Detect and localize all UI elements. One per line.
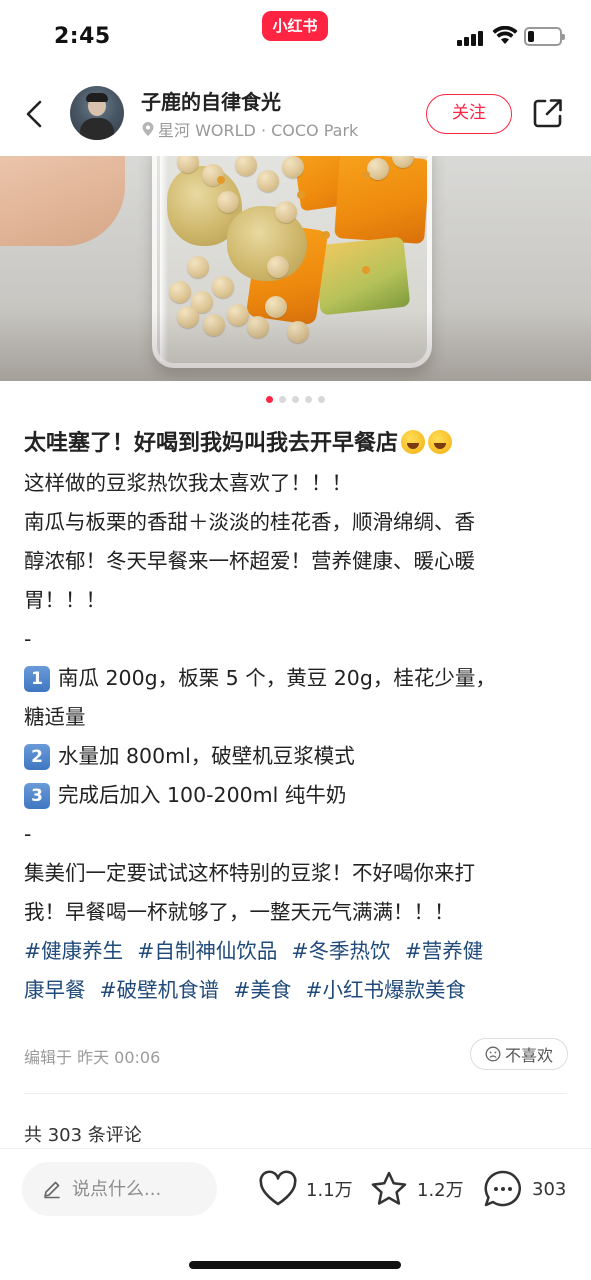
- keycap-2-icon: 2: [24, 743, 50, 770]
- location-pin-icon: [142, 122, 154, 136]
- body-line: 胃！！！: [24, 588, 106, 612]
- star-icon: [371, 1171, 407, 1205]
- body-line: 这样做的豆浆热饮我太喜欢了！！！: [24, 471, 352, 495]
- status-bar: 2:45 小红书: [0, 0, 591, 72]
- hashtag-link[interactable]: #自制神仙饮品: [137, 939, 277, 963]
- like-button[interactable]: 1.1万: [258, 1167, 353, 1211]
- rolling-laughing-emoji-icon: [401, 430, 426, 454]
- location-text: 星河 WORLD · COCO Park: [158, 121, 359, 140]
- step-text-continuation: 糖适量: [24, 705, 86, 729]
- app-logo: 小红书: [262, 11, 328, 41]
- hashtag-link[interactable]: #破壁机食谱: [100, 978, 220, 1002]
- favorite-count: 1.2万: [417, 1180, 464, 1201]
- post-content: 太哇塞了！好喝到我妈叫我去开早餐店 这样做的豆浆热饮我太喜欢了！！！ 南瓜与板栗…: [24, 424, 572, 1010]
- body-line: 南瓜与板栗的香甜＋淡淡的桂花香，顺滑绵绸、香: [24, 510, 475, 534]
- back-icon[interactable]: [20, 94, 50, 134]
- heart-icon: [259, 1170, 297, 1206]
- hashtag-link[interactable]: #美食: [233, 978, 291, 1002]
- post-header: 子鹿的自律食光 星河 WORLD · COCO Park 关注: [0, 72, 591, 156]
- status-time: 2:45: [54, 24, 111, 49]
- keycap-3-icon: 3: [24, 782, 50, 809]
- recipe-step-3: 3 完成后加入 100-200ml 纯牛奶: [24, 776, 572, 815]
- post-image[interactable]: [0, 156, 591, 381]
- hashtag-list: #健康养生 #自制神仙饮品 #冬季热饮 #营养健 康早餐 #破壁机食谱 #美食 #小红书爆款…: [24, 932, 572, 1010]
- step-text: 南瓜 200g，板栗 5 个，黄豆 20g，桂花少量，: [58, 666, 496, 690]
- favorite-button[interactable]: 1.2万: [369, 1167, 464, 1211]
- carousel-dot[interactable]: [279, 396, 286, 403]
- edit-time: 编辑于 昨天 00:06: [24, 1048, 161, 1067]
- comment-bubble-icon: [484, 1170, 522, 1207]
- sad-face-icon: [485, 1046, 501, 1062]
- hashtag-link[interactable]: #冬季热饮: [291, 939, 390, 963]
- carousel-dot[interactable]: [318, 396, 325, 403]
- hashtag-link[interactable]: 康早餐: [24, 978, 86, 1002]
- home-indicator: [189, 1261, 401, 1269]
- post-title-text: 太哇塞了！好喝到我妈叫我去开早餐店: [24, 431, 399, 456]
- keycap-1-icon: 1: [24, 665, 50, 692]
- avatar[interactable]: [70, 86, 124, 140]
- author-name[interactable]: 子鹿的自律食光: [141, 86, 281, 115]
- dislike-button[interactable]: 不喜欢: [470, 1038, 568, 1070]
- comment-input-box[interactable]: [22, 1162, 217, 1216]
- post-meta: 编辑于 昨天 00:06 不喜欢: [24, 1038, 568, 1070]
- step-text: 水量加 800ml，破壁机豆浆模式: [58, 744, 355, 768]
- separator-line: -: [24, 627, 32, 651]
- pen-icon: [44, 1181, 60, 1199]
- body-line: 醇浓郁！冬天早餐来一杯超爱！营养健康、暖心暖: [24, 549, 475, 573]
- recipe-step-1: 1 南瓜 200g，板栗 5 个，黄豆 20g，桂花少量，: [24, 659, 572, 698]
- hand-image-part: [0, 156, 125, 246]
- wifi-icon: [492, 26, 518, 44]
- post-body: 这样做的豆浆热饮我太喜欢了！！！ 南瓜与板栗的香甜＋淡淡的桂花香，顺滑绵绸、香 …: [24, 464, 572, 932]
- carousel-dot[interactable]: [305, 396, 312, 403]
- step-text: 完成后加入 100-200ml 纯牛奶: [58, 783, 347, 807]
- bottom-action-bar: 1.1万 1.2万 303: [0, 1148, 591, 1280]
- divider: [24, 1093, 567, 1094]
- like-count: 1.1万: [306, 1180, 353, 1201]
- rolling-laughing-emoji-icon: [428, 430, 453, 454]
- body-line: 我！早餐喝一杯就够了，一整天元气满满！！！: [24, 900, 455, 924]
- comment-count-bottom: 303: [532, 1178, 567, 1200]
- comment-input[interactable]: [72, 1178, 202, 1200]
- carousel-dot[interactable]: [266, 396, 273, 403]
- body-line: 集美们一定要试试这杯特别的豆浆！不好喝你来打: [24, 861, 475, 885]
- separator-line: -: [24, 822, 32, 846]
- location-tag[interactable]: 星河 WORLD · COCO Park: [141, 117, 358, 141]
- carousel-indicator: [0, 396, 591, 403]
- hashtag-link[interactable]: #健康养生: [24, 939, 123, 963]
- hashtag-link[interactable]: #营养健: [405, 939, 484, 963]
- comment-button[interactable]: 303: [482, 1167, 566, 1211]
- post-title: 太哇塞了！好喝到我妈叫我去开早餐店: [24, 424, 572, 464]
- follow-button[interactable]: 关注: [426, 94, 512, 134]
- hashtag-link[interactable]: #小红书爆款美食: [305, 978, 466, 1002]
- recipe-step-2: 2 水量加 800ml，破壁机豆浆模式: [24, 737, 572, 776]
- share-icon[interactable]: [531, 96, 565, 130]
- signal-icon: [457, 30, 485, 46]
- carousel-dot[interactable]: [292, 396, 299, 403]
- dislike-label: 不喜欢: [504, 1046, 553, 1065]
- battery-icon: [524, 27, 565, 46]
- comment-count: 共 303 条评论: [24, 1125, 142, 1146]
